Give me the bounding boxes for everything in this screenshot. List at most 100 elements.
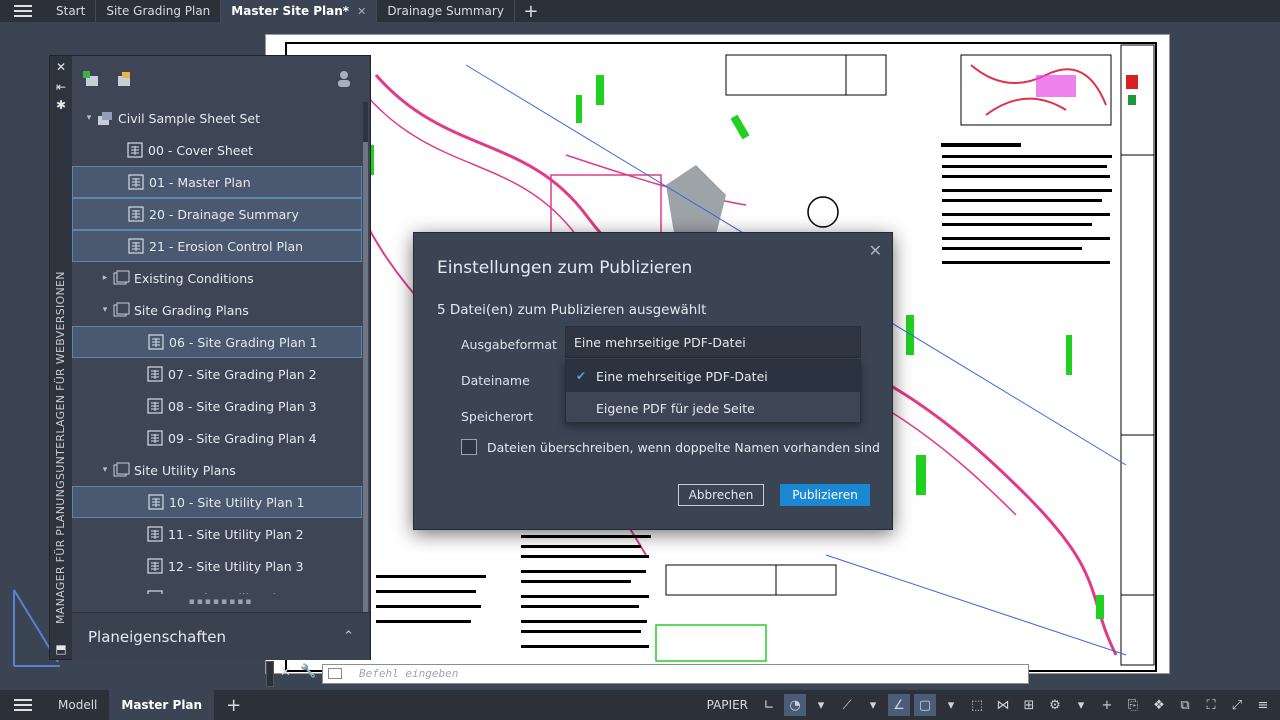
snap-icon[interactable]: ∟ <box>758 694 780 716</box>
tree-item[interactable]: 06 - Site Grading Plan 1 <box>72 326 362 358</box>
command-prompt-icon <box>328 668 342 679</box>
splitter-grip[interactable]: ▪▪▪▪▪▪▪▪ <box>72 598 370 608</box>
tree-item[interactable]: ▾ Site Grading Plans <box>72 294 362 326</box>
hardware-acceleration-icon[interactable]: ❖ <box>1148 694 1170 716</box>
tree-item[interactable]: 00 - Cover Sheet <box>72 134 362 166</box>
sheet-properties-label: Planeigenschaften <box>88 627 226 646</box>
tree-item[interactable]: ▾ Site Utility Plans <box>72 454 362 486</box>
chevron-up-icon[interactable]: ⌃ <box>343 629 354 644</box>
open-sheet-set-icon[interactable] <box>114 70 134 88</box>
isodraft-icon[interactable]: ⟋ <box>836 694 858 716</box>
annotation-visibility-icon[interactable]: ⊞ <box>1018 694 1040 716</box>
option-pdf-per-sheet[interactable]: Eigene PDF für jede Seite <box>566 392 860 424</box>
command-line-grip[interactable] <box>266 661 274 687</box>
selection-cycling-icon[interactable]: ⬚ <box>966 694 988 716</box>
sheet-properties-header[interactable]: Planeigenschaften ⌃ <box>72 612 370 660</box>
sheet-icon <box>148 494 164 510</box>
tree-item[interactable]: 07 - Site Grading Plan 2 <box>72 358 362 390</box>
layout-tab-master-plan[interactable]: Master Plan <box>109 690 215 720</box>
menu-icon[interactable] <box>0 690 46 720</box>
sheet-list-scrollbar[interactable] <box>363 102 368 632</box>
properties-icon[interactable]: ✱ <box>54 98 68 112</box>
tree-item[interactable]: 13 - Site Utility Plan 4 <box>72 582 362 594</box>
close-icon[interactable]: ✕ <box>869 241 882 260</box>
scrollbar-thumb[interactable] <box>363 142 368 632</box>
new-tab-button[interactable]: + <box>515 1 547 22</box>
command-input[interactable]: Befehl eingeben <box>322 664 1029 684</box>
status-bar: Modell Master Plan + PAPIER ∟ ◔ ▾ ⟋ ▾ ∠ … <box>0 690 1280 720</box>
tab-start[interactable]: Start <box>46 0 97 22</box>
tab-drainage-summary[interactable]: Drainage Summary <box>377 0 515 22</box>
user-icon[interactable] <box>334 70 354 88</box>
polar-tracking-icon[interactable]: ◔ <box>784 694 806 716</box>
expand-toggle-icon[interactable]: ▾ <box>98 465 112 475</box>
tree-item[interactable]: 12 - Site Utility Plan 3 <box>72 550 362 582</box>
publish-button[interactable]: Publizieren <box>780 484 870 506</box>
close-icon[interactable]: ✕ <box>54 60 68 74</box>
dropdown-icon[interactable]: ▾ <box>810 694 832 716</box>
sheet-icon <box>128 238 144 254</box>
new-layout-button[interactable]: + <box>214 690 253 720</box>
sheet-icon <box>147 590 163 594</box>
cancel-button[interactable]: Abbrechen <box>678 484 764 506</box>
dialog-title: Einstellungen zum Publizieren <box>437 258 693 278</box>
fullscreen-icon[interactable]: ⤢ <box>1226 694 1248 716</box>
tree-item-label: 00 - Cover Sheet <box>148 142 254 158</box>
expand-toggle-icon[interactable]: ▾ <box>98 305 112 315</box>
tree-item-label: Site Utility Plans <box>134 462 236 478</box>
tab-master-site-plan[interactable]: Master Site Plan* ✕ <box>221 0 378 22</box>
option-multi-page-pdf[interactable]: ✔ Eine mehrseitige PDF-Datei <box>566 360 860 392</box>
tree-item[interactable]: ▾ Civil Sample Sheet Set <box>72 102 362 134</box>
tab-site-grading-plan[interactable]: Site Grading Plan <box>96 0 222 22</box>
output-format-dropdown: ✔ Eine mehrseitige PDF-Datei Eigene PDF f… <box>565 359 861 423</box>
dropdown-icon[interactable]: ▾ <box>1070 694 1092 716</box>
auto-hide-icon[interactable]: ⇤ <box>54 80 68 94</box>
status-toggles: PAPIER ∟ ◔ ▾ ⟋ ▾ ∠ ▢ ▾ ⬚ ⋈ ⊞ ⚙ ▾ + ⎘ ❖ ⧉… <box>707 690 1274 720</box>
annotation-scale-icon[interactable]: ⋈ <box>992 694 1014 716</box>
overwrite-checkbox[interactable] <box>461 439 477 455</box>
output-format-select[interactable]: Eine mehrseitige PDF-Datei <box>565 326 861 358</box>
performance-icon[interactable]: ⧉ <box>1174 694 1196 716</box>
tree-item-label: 13 - Site Utility Plan 4 <box>168 591 304 595</box>
subset-icon <box>113 302 130 317</box>
expand-toggle-icon[interactable]: ▸ <box>98 273 112 283</box>
space-toggle[interactable]: PAPIER <box>707 698 748 712</box>
dropdown-icon[interactable]: ▾ <box>862 694 884 716</box>
customize-icon[interactable]: + <box>1096 694 1118 716</box>
tree-item[interactable]: 11 - Site Utility Plan 2 <box>72 518 362 550</box>
location-label: Speicherort <box>461 409 534 424</box>
tab-label: Site Grading Plan <box>106 4 211 18</box>
tree-item[interactable]: 08 - Site Grading Plan 3 <box>72 390 362 422</box>
clean-screen-icon[interactable]: ⛶ <box>1200 694 1222 716</box>
osnap-icon[interactable]: ∠ <box>888 694 910 716</box>
menu-icon[interactable]: ≡ <box>1252 694 1274 716</box>
option-label: Eigene PDF für jede Seite <box>596 400 755 416</box>
new-sheet-icon[interactable] <box>82 70 102 88</box>
subset-icon <box>113 462 130 477</box>
expand-toggle-icon[interactable]: ▾ <box>82 113 96 123</box>
tree-item[interactable]: 10 - Site Utility Plan 1 <box>72 486 362 518</box>
tree-item-label: 11 - Site Utility Plan 2 <box>168 526 304 542</box>
palette-title: MANAGER FÜR PLANUNGSUNTERLAGEN FÜR WEBVE… <box>54 271 67 624</box>
layout-tab-model[interactable]: Modell <box>46 690 109 720</box>
tree-item-label: 10 - Site Utility Plan 1 <box>169 494 305 510</box>
sheet-icon <box>147 558 163 574</box>
customize-wrench-icon[interactable]: 🔧 <box>300 664 316 679</box>
dropdown-icon[interactable]: ▾ <box>940 694 962 716</box>
sheet-list-tree: ▾ Civil Sample Sheet Set 00 - Cover Sheet 0… <box>72 102 362 594</box>
command-line: ✕ 🔧 Befehl eingeben <box>266 661 1031 687</box>
close-icon[interactable]: ✕ <box>357 5 366 18</box>
close-icon[interactable]: ✕ <box>280 665 291 680</box>
isolate-objects-icon[interactable]: ⎘ <box>1122 694 1144 716</box>
option-label: Eine mehrseitige PDF-Datei <box>596 368 768 384</box>
tree-item[interactable]: ▸ Existing Conditions <box>72 262 362 294</box>
tree-item[interactable]: 20 - Drainage Summary <box>72 198 362 230</box>
app-menu-icon[interactable] <box>0 0 46 22</box>
tree-item[interactable]: 01 - Master Plan <box>72 166 362 198</box>
sheet-set-manager-palette: ✕ ⇤ ✱ MANAGER FÜR PLANUNGSUNTERLAGEN FÜR… <box>49 55 371 660</box>
sheet-icon <box>147 366 163 382</box>
tree-item[interactable]: 21 - Erosion Control Plan <box>72 230 362 262</box>
object-snap-icon[interactable]: ▢ <box>914 694 936 716</box>
tree-item[interactable]: 09 - Site Grading Plan 4 <box>72 422 362 454</box>
gear-icon[interactable]: ⚙ <box>1044 694 1066 716</box>
